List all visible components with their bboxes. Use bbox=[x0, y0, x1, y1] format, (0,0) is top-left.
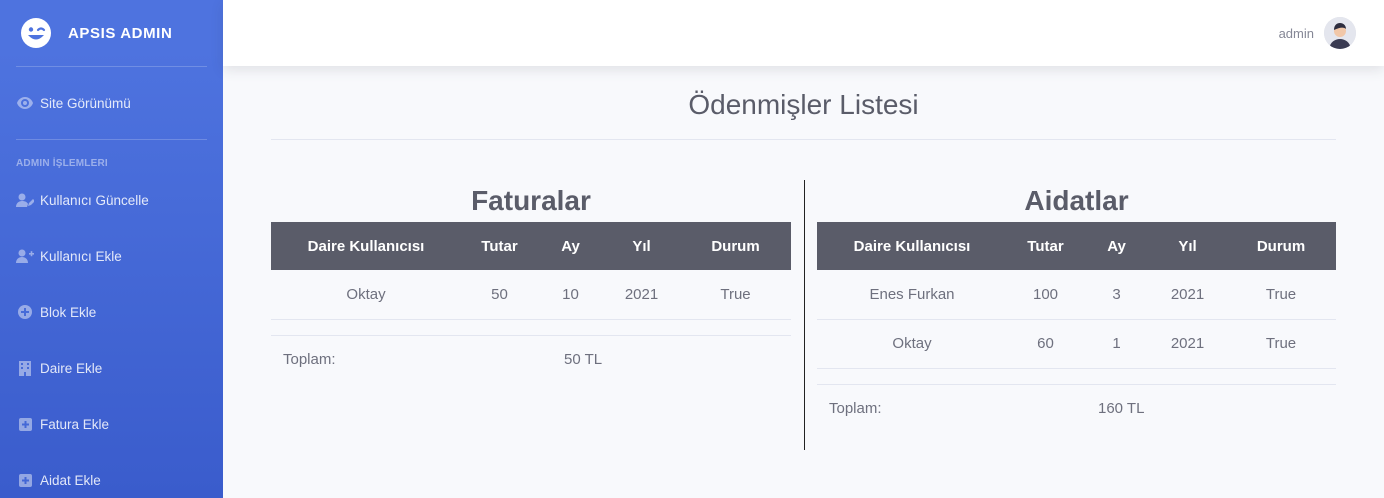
user-plus-icon bbox=[16, 248, 34, 264]
cell-status: True bbox=[1226, 270, 1336, 320]
table-header-row: Daire Kullanıcısı Tutar Ay Yıl Durum bbox=[817, 222, 1336, 270]
sidebar-item-label: Daire Ekle bbox=[40, 360, 103, 376]
sidebar: APSIS ADMIN Site Görünümü ADMIN İŞLEMLER… bbox=[0, 0, 223, 498]
column-header: Daire Kullanıcısı bbox=[853, 237, 971, 255]
title-divider bbox=[271, 139, 1336, 140]
column-header: Tutar bbox=[481, 237, 518, 255]
plus-square-icon bbox=[16, 416, 34, 432]
sidebar-item-invoice-add[interactable]: Fatura Ekle bbox=[0, 396, 223, 452]
sidebar-heading: ADMIN İŞLEMLERI bbox=[16, 158, 108, 169]
column-header: Durum bbox=[711, 237, 760, 255]
user-avatar[interactable] bbox=[1324, 17, 1356, 49]
user-name[interactable]: admin bbox=[1279, 26, 1314, 41]
column-separator bbox=[804, 180, 805, 450]
dues-section: Aidatlar Daire Kullanıcısı Tutar Ay Yıl … bbox=[817, 180, 1336, 432]
total-value: 160 TL bbox=[1098, 399, 1145, 417]
sidebar-item-site-view[interactable]: Site Görünümü bbox=[0, 67, 223, 139]
main-content: Ödenmişler Listesi Faturalar Daire Kulla… bbox=[271, 66, 1336, 450]
dues-title: Aidatlar bbox=[1024, 185, 1129, 216]
column-header: Daire Kullanıcısı bbox=[307, 237, 425, 255]
cell-status: True bbox=[1226, 319, 1336, 369]
table-row: Oktay 50 10 2021 True bbox=[271, 270, 791, 320]
eye-icon bbox=[16, 95, 34, 111]
cell-month: 10 bbox=[538, 270, 603, 320]
tables-area: Faturalar Daire Kullanıcısı Tutar Ay Yıl… bbox=[271, 180, 1336, 498]
column-header: Ay bbox=[561, 237, 580, 255]
page-title: Ödenmişler Listesi bbox=[688, 89, 919, 120]
table-row: Oktay 60 1 2021 True bbox=[817, 319, 1336, 369]
table-spacer-row bbox=[817, 368, 1336, 385]
invoices-title: Faturalar bbox=[471, 185, 591, 216]
column-header: Yıl bbox=[1178, 237, 1197, 255]
building-icon bbox=[16, 360, 34, 376]
topbar: admin bbox=[223, 0, 1384, 66]
sidebar-item-label: Kullanıcı Ekle bbox=[40, 248, 122, 264]
brand-name: APSIS ADMIN bbox=[68, 24, 173, 42]
cell-month: 1 bbox=[1084, 319, 1149, 369]
column-header: Yıl bbox=[632, 237, 651, 255]
cell-amount: 60 bbox=[1007, 319, 1084, 369]
total-label: Toplam: bbox=[829, 399, 882, 417]
cell-user: Enes Furkan bbox=[817, 270, 1007, 320]
table-row: Enes Furkan 100 3 2021 True bbox=[817, 270, 1336, 320]
cell-year: 2021 bbox=[1149, 270, 1226, 320]
laugh-wink-icon bbox=[20, 17, 52, 49]
column-header: Tutar bbox=[1027, 237, 1064, 255]
plus-square-icon bbox=[16, 472, 34, 488]
cell-status: True bbox=[680, 270, 791, 320]
table-total-row: Toplam: 50 TL bbox=[271, 335, 791, 383]
sidebar-item-user-update[interactable]: Kullanıcı Güncelle bbox=[0, 172, 223, 228]
table-header-row: Daire Kullanıcısı Tutar Ay Yıl Durum bbox=[271, 222, 791, 270]
invoices-table: Daire Kullanıcısı Tutar Ay Yıl Durum Okt… bbox=[271, 222, 791, 383]
sidebar-item-label: Aidat Ekle bbox=[40, 472, 101, 488]
sidebar-item-user-add[interactable]: Kullanıcı Ekle bbox=[0, 228, 223, 284]
column-header: Durum bbox=[1256, 237, 1306, 255]
cell-amount: 100 bbox=[1007, 270, 1084, 320]
total-label: Toplam: bbox=[283, 350, 336, 368]
sidebar-item-flat-add[interactable]: Daire Ekle bbox=[0, 340, 223, 396]
sidebar-item-label: Site Görünümü bbox=[40, 95, 131, 111]
cell-year: 2021 bbox=[603, 270, 680, 320]
table-total-row: Toplam: 160 TL bbox=[817, 384, 1336, 432]
plus-circle-icon bbox=[16, 304, 34, 320]
column-header: Ay bbox=[1107, 237, 1126, 255]
cell-user: Oktay bbox=[271, 270, 461, 320]
brand-link[interactable]: APSIS ADMIN bbox=[0, 0, 223, 66]
cell-amount: 50 bbox=[461, 270, 538, 320]
sidebar-item-label: Fatura Ekle bbox=[40, 416, 110, 432]
cell-year: 2021 bbox=[1149, 319, 1226, 369]
invoices-section: Faturalar Daire Kullanıcısı Tutar Ay Yıl… bbox=[271, 180, 791, 383]
sidebar-item-block-add[interactable]: Blok Ekle bbox=[0, 284, 223, 340]
cell-user: Oktay bbox=[817, 319, 1007, 369]
cell-month: 3 bbox=[1084, 270, 1149, 320]
sidebar-item-dues-add[interactable]: Aidat Ekle bbox=[0, 452, 223, 498]
sidebar-item-label: Kullanıcı Güncelle bbox=[40, 192, 149, 208]
user-edit-icon bbox=[16, 192, 34, 208]
dues-table: Daire Kullanıcısı Tutar Ay Yıl Durum Ene… bbox=[817, 222, 1336, 432]
sidebar-item-label: Blok Ekle bbox=[40, 304, 97, 320]
total-value: 50 TL bbox=[564, 350, 603, 368]
table-spacer-row bbox=[271, 319, 791, 336]
